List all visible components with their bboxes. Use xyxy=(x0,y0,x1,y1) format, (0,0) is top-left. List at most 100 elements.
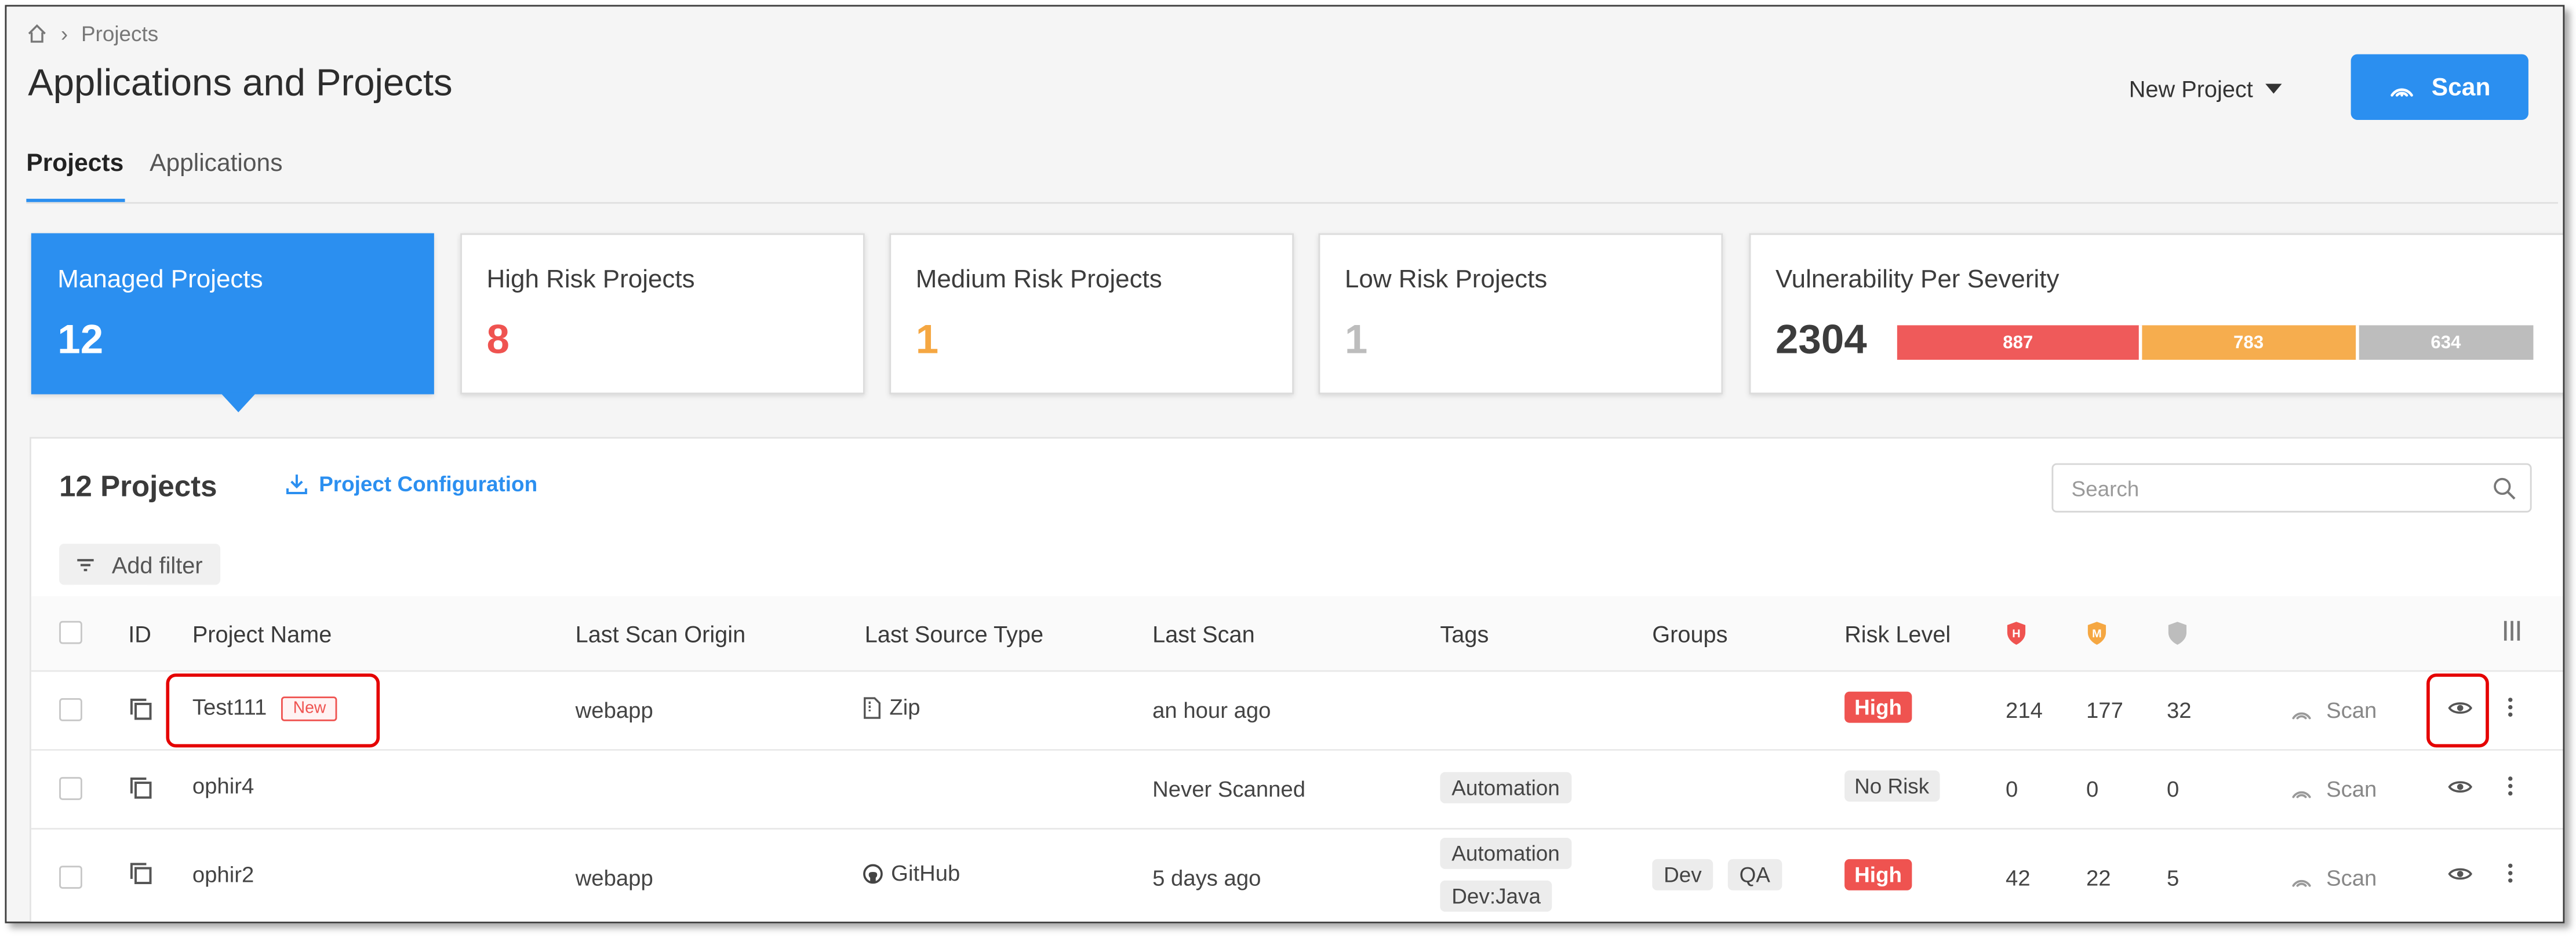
tab-projects[interactable]: Projects xyxy=(26,149,123,177)
select-all-checkbox[interactable] xyxy=(59,621,82,644)
card-medium-risk[interactable]: Medium Risk Projects 1 xyxy=(889,233,1294,395)
table-header: ID Project Name Last Scan Origin Last So… xyxy=(31,596,2563,672)
column-header-project-name[interactable]: Project Name xyxy=(192,621,332,647)
tag-badge[interactable]: Dev:Java xyxy=(1440,880,1552,912)
card-high-risk[interactable]: High Risk Projects 8 xyxy=(460,233,865,395)
card-medium-label: Medium Risk Projects xyxy=(915,266,1162,294)
high-severity-shield-icon[interactable]: H xyxy=(2006,621,2027,646)
column-header-groups[interactable]: Groups xyxy=(1652,621,1727,647)
group-badge[interactable]: Dev xyxy=(1652,859,1713,890)
severity-bar: 887 783 634 xyxy=(1897,325,2534,360)
last-scan-time: an hour ago xyxy=(1152,698,1271,723)
tag-badge[interactable]: Automation xyxy=(1440,838,1571,869)
row-scan-label: Scan xyxy=(2326,777,2377,802)
radar-icon xyxy=(2292,790,2311,798)
svg-text:H: H xyxy=(2012,627,2020,640)
source-type-label: Zip xyxy=(889,695,920,720)
radar-icon xyxy=(2292,711,2311,719)
last-scan-origin: webapp xyxy=(575,866,653,890)
projects-count: 12 Projects xyxy=(59,469,217,503)
project-name[interactable]: ophir2 xyxy=(192,863,254,888)
row-checkbox[interactable] xyxy=(59,698,82,721)
caret-down-icon xyxy=(2266,83,2283,94)
low-severity-shield-icon[interactable] xyxy=(2167,621,2188,646)
severity-segment-low: 634 xyxy=(2358,325,2534,360)
group-badge[interactable]: QA xyxy=(1727,859,1782,890)
more-options-icon[interactable] xyxy=(2507,696,2513,718)
risk-level-badge: High xyxy=(1844,691,1912,723)
row-scan-button[interactable]: Scan xyxy=(2290,866,2377,890)
row-checkbox[interactable] xyxy=(59,777,82,800)
radar-icon xyxy=(2292,879,2311,886)
copy-id-icon[interactable] xyxy=(128,861,153,886)
row-scan-button[interactable]: Scan xyxy=(2290,777,2377,802)
page-title: Applications and Projects xyxy=(28,60,453,104)
card-managed-label: Managed Projects xyxy=(57,266,263,294)
home-icon[interactable] xyxy=(26,23,48,45)
highlight-view-icon xyxy=(2426,673,2489,748)
card-managed-projects[interactable]: Managed Projects 12 xyxy=(31,233,434,395)
table-row[interactable]: ophir2 webapp GitHub 5 days ago Automati… xyxy=(31,829,2563,922)
low-count: 0 xyxy=(2166,777,2180,802)
card-low-risk[interactable]: Low Risk Projects 1 xyxy=(1318,233,1723,395)
scan-button[interactable]: Scan xyxy=(2351,54,2528,120)
row-scan-button[interactable]: Scan xyxy=(2290,698,2377,723)
scan-button-label: Scan xyxy=(2431,73,2491,101)
add-filter-label: Add filter xyxy=(111,551,203,578)
project-configuration-label: Project Configuration xyxy=(319,471,538,497)
severity-segment-high: 887 xyxy=(1897,325,2142,360)
card-severity-label: Vulnerability Per Severity xyxy=(1775,266,2060,294)
medium-severity-shield-icon[interactable]: M xyxy=(2086,621,2108,646)
card-vulnerability-severity[interactable]: Vulnerability Per Severity 2304 887 783 … xyxy=(1749,233,2563,395)
row-checkbox[interactable] xyxy=(59,866,82,889)
column-header-last-source-type[interactable]: Last Source Type xyxy=(865,621,1043,647)
download-icon xyxy=(286,475,307,494)
tag-badge[interactable]: Automation xyxy=(1440,772,1571,804)
row-scan-label: Scan xyxy=(2326,698,2377,723)
project-configuration-link[interactable]: Project Configuration xyxy=(285,471,538,497)
column-header-risk-level[interactable]: Risk Level xyxy=(1844,621,1951,647)
last-scan-origin: webapp xyxy=(575,698,653,723)
column-header-tags[interactable]: Tags xyxy=(1440,621,1489,647)
search-box xyxy=(2051,463,2532,513)
more-options-icon[interactable] xyxy=(2507,775,2513,797)
risk-level-badge: No Risk xyxy=(1844,770,1940,802)
low-count: 5 xyxy=(2166,866,2180,890)
last-source-type: GitHub xyxy=(863,860,960,886)
breadcrumb: › Projects xyxy=(26,21,158,46)
last-scan-time: 5 days ago xyxy=(1152,866,1261,890)
column-header-last-scan-origin[interactable]: Last Scan Origin xyxy=(576,621,746,647)
severity-segment-medium: 783 xyxy=(2142,325,2359,360)
tab-applications[interactable]: Applications xyxy=(150,149,282,177)
card-severity-total: 2304 xyxy=(1775,317,1867,363)
project-name[interactable]: ophir4 xyxy=(192,773,254,798)
high-count: 214 xyxy=(2006,698,2043,723)
view-eye-icon[interactable] xyxy=(2448,866,2473,882)
risk-level-badge: High xyxy=(1844,859,1912,890)
table-row[interactable]: ophir4 Never Scanned Automation No Risk … xyxy=(31,750,2563,830)
app-window: › Projects Applications and Projects New… xyxy=(5,5,2565,924)
radar-icon xyxy=(2391,88,2414,97)
breadcrumb-current[interactable]: Projects xyxy=(81,21,158,46)
copy-id-icon[interactable] xyxy=(128,775,153,800)
table-row[interactable]: Test111 New webapp Zip an hour ago High 2… xyxy=(31,671,2563,751)
add-filter-button[interactable]: Add filter xyxy=(59,543,221,585)
search-input[interactable] xyxy=(2068,475,2469,503)
last-source-type: Zip xyxy=(863,695,920,720)
view-eye-icon[interactable] xyxy=(2448,779,2473,795)
copy-id-icon[interactable] xyxy=(128,696,153,721)
last-scan-time: Never Scanned xyxy=(1152,777,1306,802)
breadcrumb-separator: › xyxy=(60,21,68,46)
source-type-label: GitHub xyxy=(891,860,960,886)
column-header-id[interactable]: ID xyxy=(128,621,151,647)
more-options-icon[interactable] xyxy=(2507,863,2513,884)
zip-icon xyxy=(864,696,881,718)
search-icon[interactable] xyxy=(2493,476,2517,501)
high-count: 0 xyxy=(2006,777,2018,802)
github-icon xyxy=(863,863,883,883)
card-low-value: 1 xyxy=(1344,317,1368,363)
new-project-dropdown[interactable]: New Project xyxy=(2129,75,2283,102)
column-settings-icon[interactable] xyxy=(2502,619,2522,643)
filter-icon xyxy=(77,558,94,571)
column-header-last-scan[interactable]: Last Scan xyxy=(1152,621,1255,647)
